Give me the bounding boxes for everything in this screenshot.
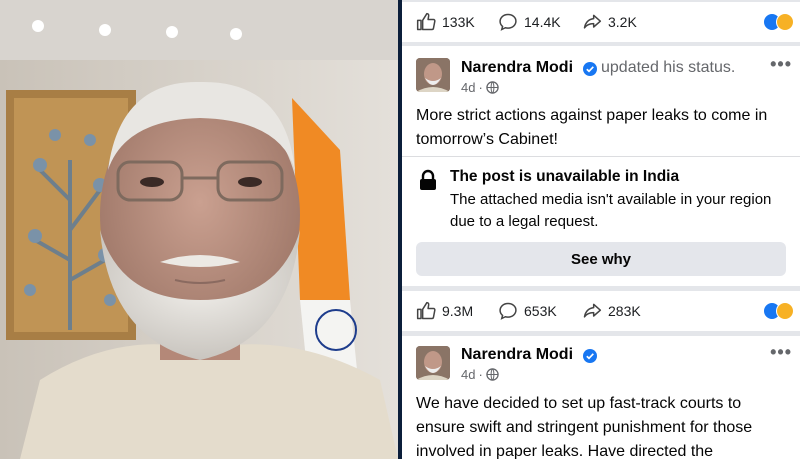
like-icon (416, 12, 436, 31)
post-text: We have decided to set up fast-track cou… (416, 395, 753, 459)
verified-icon (583, 349, 597, 363)
globe-icon (486, 368, 499, 381)
post-time[interactable]: 4d (461, 80, 475, 95)
reaction-summary[interactable] (763, 13, 794, 31)
facebook-feed: 133K 14.4K 3.2K Narendra Modi updated hi… (402, 0, 800, 459)
share-count[interactable]: 3.2K (582, 12, 637, 32)
share-icon (583, 14, 602, 29)
avatar-image (416, 346, 450, 380)
share-count-text: 283K (608, 303, 641, 319)
reaction-haha-icon (776, 13, 794, 31)
comment-icon (499, 302, 517, 320)
post-meta: 4d · (461, 367, 499, 382)
verified-icon (583, 62, 597, 76)
like-count-text: 133K (442, 14, 475, 30)
author-avatar[interactable] (416, 58, 450, 92)
globe-icon (486, 81, 499, 94)
post-card-1: Narendra Modi updated his status. 4d · •… (402, 46, 800, 286)
see-why-button[interactable]: See why (416, 242, 786, 276)
author-name[interactable]: Narendra Modi (461, 59, 573, 77)
avatar-image (416, 58, 450, 92)
like-count[interactable]: 133K (416, 12, 475, 32)
more-icon[interactable]: ••• (770, 342, 792, 363)
post-stats-bar-top: 133K 14.4K 3.2K (402, 2, 800, 42)
separator (402, 156, 800, 157)
status-action: updated his status. (601, 59, 736, 76)
comment-count[interactable]: 653K (498, 301, 557, 321)
post-meta: 4d · (461, 80, 499, 95)
author-name[interactable]: Narendra Modi (461, 346, 573, 364)
share-count-text: 3.2K (608, 14, 637, 30)
like-count[interactable]: 9.3M (416, 301, 473, 321)
reaction-summary[interactable] (763, 302, 794, 320)
post-stats-bar-mid: 9.3M 653K 283K (402, 291, 800, 331)
share-icon (583, 303, 602, 318)
reaction-haha-icon (776, 302, 794, 320)
post-time[interactable]: 4d (461, 367, 475, 382)
comment-count-text: 14.4K (524, 14, 561, 30)
person-photo (0, 0, 398, 459)
more-icon[interactable]: ••• (770, 54, 792, 75)
comment-count-text: 653K (524, 303, 557, 319)
like-icon (416, 301, 436, 320)
share-count[interactable]: 283K (582, 301, 641, 321)
video-still-photo (0, 0, 398, 459)
lock-icon (420, 169, 436, 190)
like-count-text: 9.3M (442, 303, 474, 319)
post-text: More strict actions against paper leaks … (416, 107, 768, 148)
unavailable-description: The attached media isn't available in yo… (450, 191, 772, 230)
comment-count[interactable]: 14.4K (498, 12, 561, 32)
post-card-2: Narendra Modi 4d · ••• We have decided t… (402, 336, 800, 459)
comment-icon (499, 13, 517, 31)
unavailable-title: The post is unavailable in India (450, 168, 680, 185)
author-avatar[interactable] (416, 346, 450, 380)
